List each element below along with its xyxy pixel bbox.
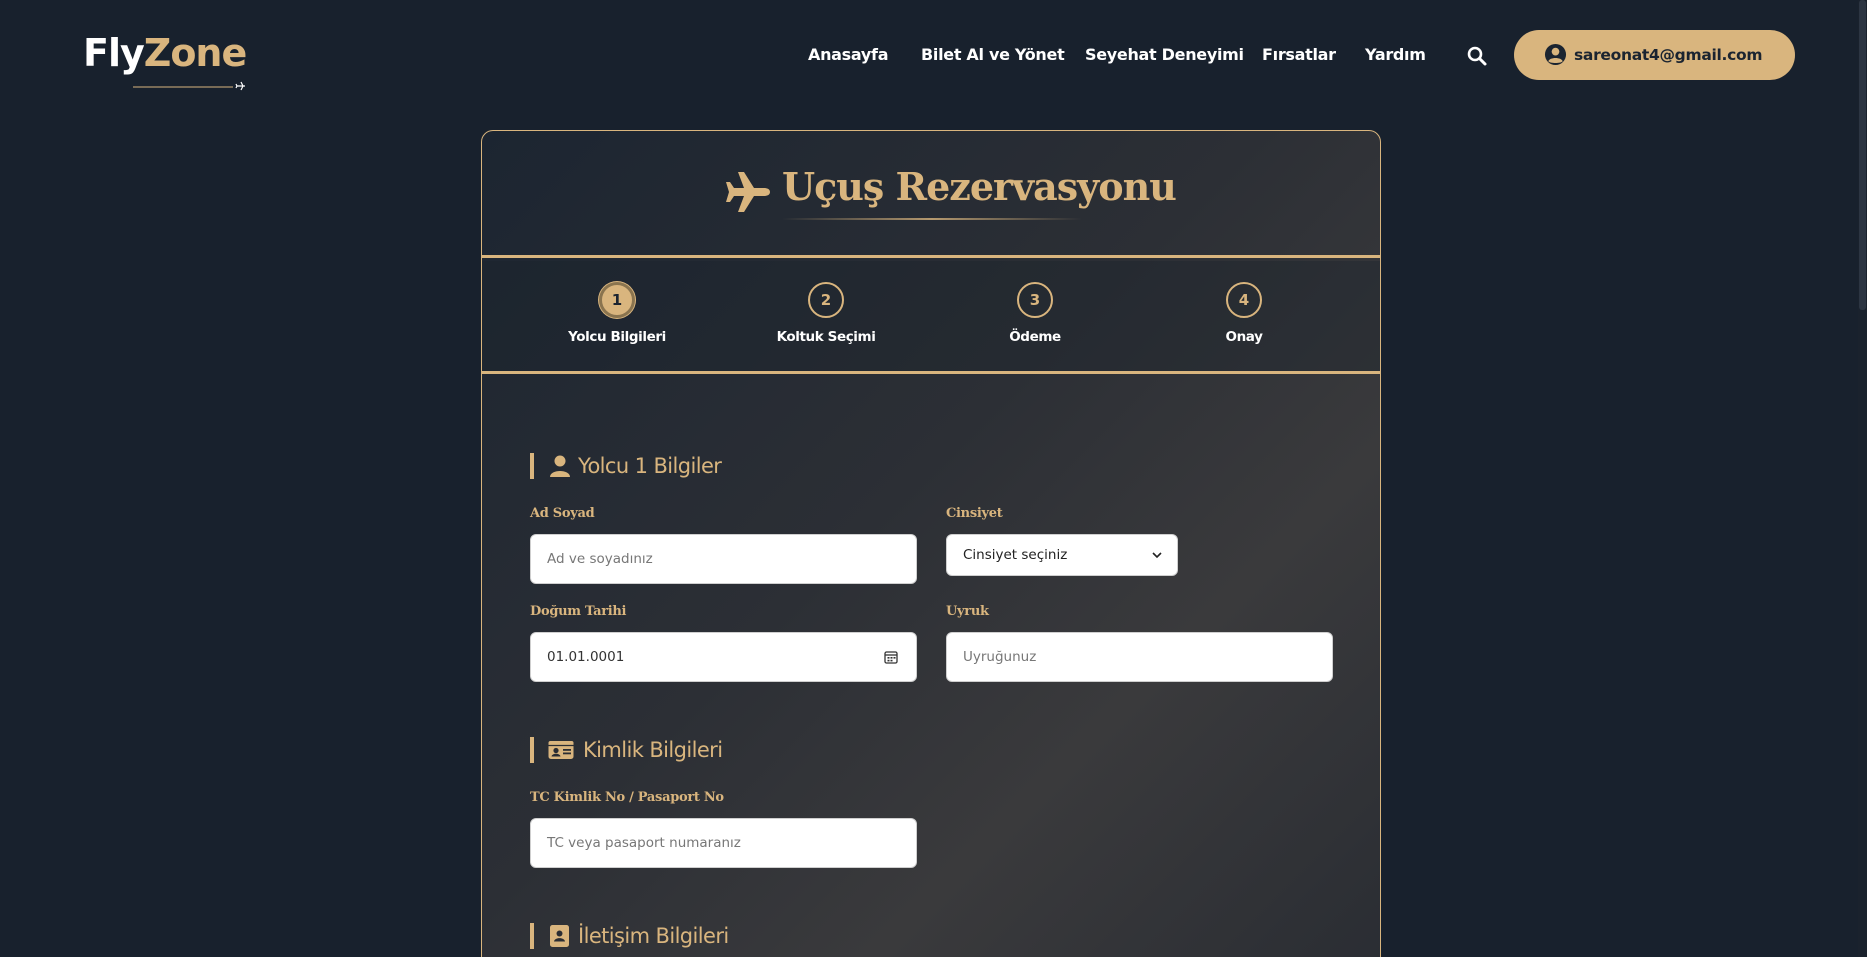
divider-bottom (482, 371, 1380, 374)
chevron-down-icon (1152, 552, 1162, 559)
logo-zone-text: Zone (143, 31, 247, 75)
page-title: Uçuş Rezervasyonu (782, 164, 1177, 209)
step-number: 1 (599, 282, 635, 318)
user-email: sareonat4@gmail.com (1574, 46, 1763, 64)
user-icon (550, 455, 570, 477)
calendar-icon[interactable] (884, 650, 898, 664)
identity-section-title: Kimlik Bilgileri (583, 738, 723, 762)
section-accent-bar (530, 453, 534, 479)
birth-date-label: Doğum Tarihi (530, 604, 627, 619)
step-2[interactable]: 2 Koltuk Seçimi (766, 282, 886, 352)
nationality-label: Uyruk (946, 604, 989, 619)
nav-yardim[interactable]: Yardım (1365, 40, 1426, 70)
divider-top (482, 255, 1380, 258)
step-number: 3 (1017, 282, 1053, 318)
logo-fly-text: Fly (83, 31, 145, 75)
birth-date-value: 01.01.0001 (547, 649, 625, 665)
gender-selected-value: Cinsiyet seçiniz (963, 547, 1068, 563)
step-1[interactable]: 1 Yolcu Bilgileri (557, 282, 677, 352)
nav-firsatlar[interactable]: Fırsatlar (1262, 40, 1336, 70)
logo-plane-icon (133, 81, 245, 91)
name-label: Ad Soyad (530, 506, 595, 521)
search-icon[interactable] (1466, 45, 1488, 67)
step-label: Yolcu Bilgileri (568, 329, 666, 345)
user-circle-icon (1544, 43, 1567, 66)
nav-bilet-al-ve-yonet[interactable]: Bilet Al ve Yönet (921, 40, 1065, 70)
step-4[interactable]: 4 Onay (1184, 282, 1304, 352)
step-label: Onay (1225, 329, 1263, 345)
title-underline (782, 218, 1082, 220)
id-card-icon (548, 741, 574, 759)
address-book-icon (550, 925, 569, 947)
scrollbar-thumb[interactable] (1859, 0, 1866, 310)
nav-seyehat-deneyimi[interactable]: Seyehat Deneyimi (1085, 40, 1244, 70)
site-header: FlyZone Anasayfa Bilet Al ve Yönet Seyeh… (0, 0, 1867, 110)
nationality-input[interactable]: Uyruğunuz (946, 632, 1333, 682)
step-number: 4 (1226, 282, 1262, 318)
passenger-section-title: Yolcu 1 Bilgiler (578, 454, 722, 478)
step-number: 2 (808, 282, 844, 318)
step-3[interactable]: 3 Ödeme (975, 282, 1095, 352)
gender-label: Cinsiyet (946, 506, 1003, 521)
step-label: Koltuk Seçimi (776, 329, 876, 345)
contact-section-title: İletişim Bilgileri (578, 924, 729, 948)
nav-anasayfa[interactable]: Anasayfa (808, 40, 888, 70)
page-scrollbar[interactable] (1858, 0, 1867, 957)
plane-icon (726, 172, 770, 212)
flyzone-logo[interactable]: FlyZone (83, 30, 247, 91)
section-accent-bar (530, 923, 534, 949)
reservation-card: Uçuş Rezervasyonu 1 Yolcu Bilgileri 2 Ko… (481, 130, 1381, 957)
gender-select[interactable]: Cinsiyet seçiniz (946, 534, 1178, 576)
user-account-button[interactable]: sareonat4@gmail.com (1514, 30, 1795, 80)
id-number-input[interactable]: TC veya pasaport numaranız (530, 818, 917, 868)
card-header: Uçuş Rezervasyonu (482, 131, 1380, 257)
step-label: Ödeme (1009, 329, 1061, 345)
section-accent-bar (530, 737, 534, 763)
birth-date-input[interactable]: 01.01.0001 (530, 632, 917, 682)
name-input[interactable]: Ad ve soyadınız (530, 534, 917, 584)
id-number-label: TC Kimlik No / Pasaport No (530, 790, 724, 805)
